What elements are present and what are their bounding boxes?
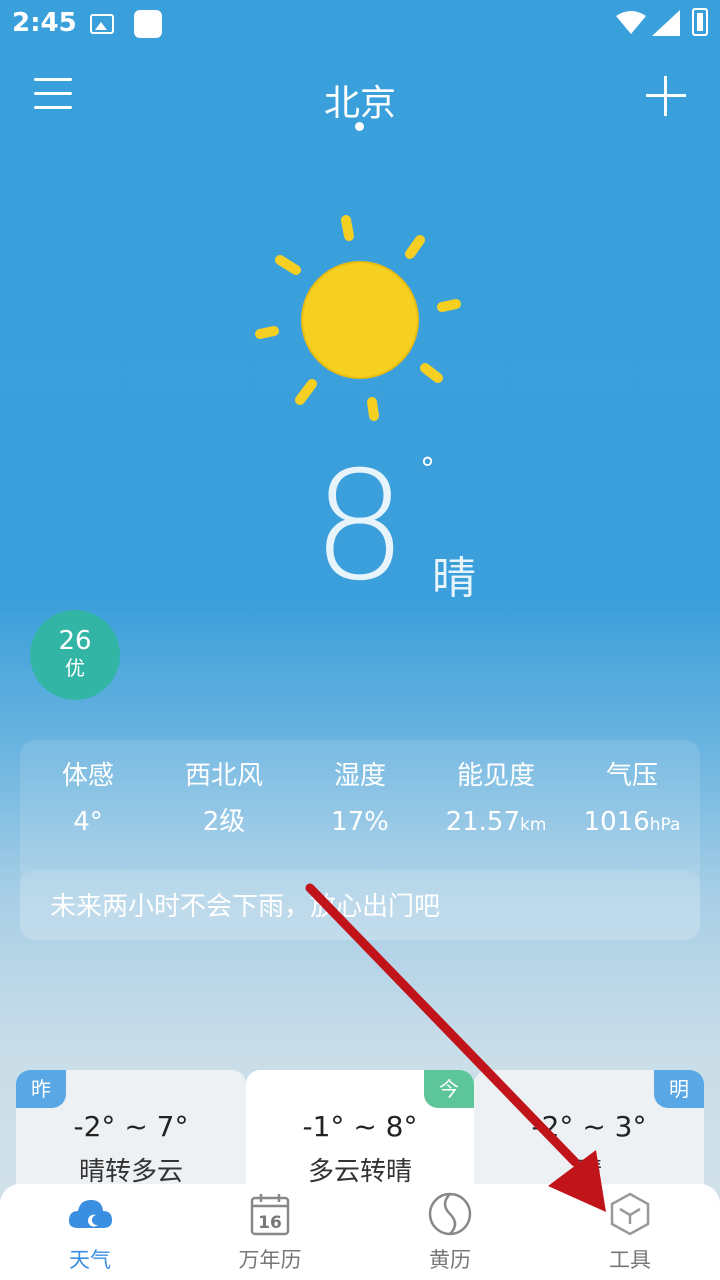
bottom-nav: 天气 16 万年历 黄历 工具: [0, 1184, 720, 1280]
signal-icon: [652, 10, 680, 36]
page-indicator-dot: [355, 122, 364, 131]
header: 北京: [0, 60, 720, 140]
detail-label: 能见度: [456, 761, 535, 791]
aqi-value: 26: [58, 626, 92, 656]
forecast-tomorrow[interactable]: 明 -2° ~ 3° 晴: [474, 1070, 704, 1190]
detail-label: 体感: [61, 761, 114, 791]
detail-unit: hPa: [649, 815, 681, 835]
forecast-range: -1° ~ 8°: [302, 1110, 418, 1143]
detail-value: 2级: [202, 807, 246, 837]
nav-tools[interactable]: 工具: [560, 1190, 700, 1274]
add-city-icon[interactable]: [646, 76, 686, 116]
forecast-yesterday[interactable]: 昨 -2° ~ 7° 晴转多云: [16, 1070, 246, 1190]
nav-weather[interactable]: 天气: [20, 1190, 160, 1274]
cloud-icon: [68, 1200, 112, 1228]
detail-label: 湿度: [333, 761, 386, 791]
status-time: 2:45: [12, 8, 77, 38]
forecast-tag: 明: [654, 1070, 704, 1108]
battery-icon: [692, 8, 708, 36]
aqi-level: 优: [65, 656, 85, 680]
detail-label: 气压: [605, 761, 658, 791]
image-notification-icon: [90, 14, 114, 34]
cube-icon: [610, 1192, 650, 1236]
calendar-day: 16: [258, 1213, 282, 1233]
forecast-range: -2° ~ 7°: [73, 1110, 189, 1143]
nav-label: 黄历: [429, 1248, 471, 1272]
detail-pressure: 气压 1016hPa: [564, 758, 700, 843]
app-notification-icon: [134, 10, 162, 38]
forecast-desc: 晴: [575, 1157, 602, 1187]
detail-value: 17%: [331, 807, 389, 837]
forecast-tag: 昨: [16, 1070, 66, 1108]
city-title[interactable]: 北京: [0, 74, 720, 126]
nav-calendar[interactable]: 16 万年历: [200, 1190, 340, 1274]
aqi-badge[interactable]: 26 优: [30, 610, 120, 700]
detail-label: 西北风: [184, 761, 263, 791]
detail-value: 1016hPa: [564, 804, 700, 843]
status-bar: 2:45: [0, 0, 720, 50]
forecast-range: -2° ~ 3°: [531, 1110, 647, 1143]
yin-yang-icon: [428, 1192, 472, 1236]
detail-number: 21.57: [445, 807, 521, 837]
nav-label: 天气: [69, 1248, 111, 1272]
calendar-icon: 16: [250, 1194, 290, 1236]
wifi-icon: [616, 11, 646, 34]
forecast-strip: 昨 -2° ~ 7° 晴转多云 今 -1° ~ 8° 多云转晴 明 -2° ~ …: [0, 1070, 720, 1190]
detail-number: 1016: [583, 807, 650, 837]
nav-label: 万年历: [238, 1248, 302, 1272]
detail-value: 4°: [73, 807, 103, 837]
detail-wind: 西北风 2级: [156, 758, 292, 840]
degree-symbol: °: [420, 452, 435, 487]
current-condition: 晴: [432, 553, 476, 604]
sun-icon: [255, 215, 461, 421]
detail-visibility: 能见度 21.57km: [428, 758, 564, 843]
detail-unit: km: [520, 815, 547, 835]
detail-feels-like: 体感 4°: [20, 758, 156, 840]
detail-humidity: 湿度 17%: [292, 758, 428, 840]
nav-almanac[interactable]: 黄历: [380, 1190, 520, 1274]
weather-details-card: 体感 4° 西北风 2级 湿度 17% 能见度 21.57km 气压 1016h…: [20, 740, 700, 940]
forecast-today[interactable]: 今 -1° ~ 8° 多云转晴: [246, 1070, 474, 1190]
detail-value: 21.57km: [428, 804, 564, 843]
forecast-desc: 多云转晴: [307, 1157, 412, 1187]
rain-forecast-note[interactable]: 未来两小时不会下雨，放心出门吧: [20, 870, 700, 940]
nav-label: 工具: [609, 1248, 651, 1272]
forecast-tag: 今: [424, 1070, 474, 1108]
current-temperature: 8: [312, 440, 408, 614]
forecast-desc: 晴转多云: [78, 1157, 183, 1187]
